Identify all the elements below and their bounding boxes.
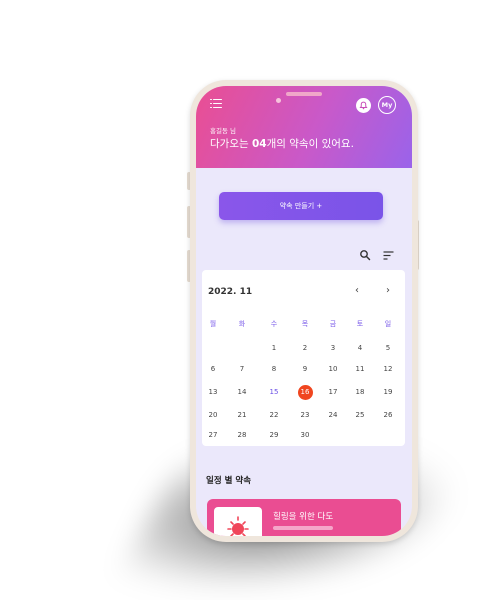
prev-month-button[interactable]: ‹	[355, 285, 359, 296]
calendar-day[interactable]: 1	[264, 341, 284, 355]
calendar-day[interactable]: 26	[378, 408, 398, 422]
upcoming-headline: 다가오는 04개의 약속이 있어요.	[210, 138, 354, 150]
mockup-stage: My 홍길동 님 다가오는 04개의 약속이 있어요. 약속 만들기 + 202…	[0, 0, 480, 600]
calendar-day[interactable]: 17	[323, 385, 343, 399]
calendar-day[interactable]: 12	[378, 362, 398, 376]
sort-icon[interactable]	[383, 251, 394, 260]
calendar-day[interactable]: 14	[232, 385, 252, 399]
calendar-day[interactable]: 16	[295, 385, 315, 399]
weekday-label: 화	[238, 320, 246, 328]
calendar-day[interactable]: 9	[295, 362, 315, 376]
calendar-day[interactable]: 25	[350, 408, 370, 422]
weekday-label: 수	[270, 320, 278, 328]
calendar-day[interactable]: 23	[295, 408, 315, 422]
calendar-day[interactable]: 30	[295, 428, 315, 442]
calendar-day[interactable]: 18	[350, 385, 370, 399]
card-title: 힐링을 위한 다도	[273, 512, 334, 522]
appointment-card[interactable]: 힐링을 위한 다도	[207, 499, 401, 536]
speaker-notch	[286, 92, 322, 96]
calendar-day[interactable]: 8	[264, 362, 284, 376]
calendar-day[interactable]: 29	[264, 428, 284, 442]
weekday-label: 토	[356, 320, 364, 328]
weekday-label: 목	[301, 320, 309, 328]
app-header: My 홍길동 님 다가오는 04개의 약속이 있어요.	[196, 86, 412, 168]
weekday-label: 금	[329, 320, 337, 328]
calendar-day[interactable]: 27	[203, 428, 223, 442]
calendar-day[interactable]: 19	[378, 385, 398, 399]
profile-button[interactable]: My	[378, 96, 396, 114]
calendar: 2022. 11 ‹ › 월 화 수 목 금 토 일 1 2 3 4 5 6 7 8 9 10 11 12 13 14 1…	[202, 270, 405, 446]
calendar-day[interactable]: 3	[323, 341, 343, 355]
calendar-day[interactable]: 22	[264, 408, 284, 422]
card-thumbnail	[214, 507, 262, 536]
calendar-day[interactable]: 13	[203, 385, 223, 399]
calendar-month-title: 2022. 11	[208, 287, 253, 297]
menu-icon[interactable]	[210, 99, 222, 109]
sun-icon	[227, 516, 249, 536]
user-name: 홍길동 님	[210, 127, 236, 135]
phone-frame: My 홍길동 님 다가오는 04개의 약속이 있어요. 약속 만들기 + 202…	[190, 80, 418, 542]
calendar-day[interactable]: 24	[323, 408, 343, 422]
calendar-day[interactable]: 2	[295, 341, 315, 355]
calendar-day[interactable]: 5	[378, 341, 398, 355]
calendar-day[interactable]: 7	[232, 362, 252, 376]
calendar-day[interactable]: 21	[232, 408, 252, 422]
weekday-label: 월	[209, 320, 217, 328]
next-month-button[interactable]: ›	[386, 285, 390, 296]
section-title: 일정 별 약속	[206, 476, 252, 486]
calendar-day[interactable]: 4	[350, 341, 370, 355]
search-icon[interactable]	[359, 249, 371, 261]
camera-dot	[276, 98, 281, 103]
calendar-day[interactable]: 10	[323, 362, 343, 376]
app-screen: My 홍길동 님 다가오는 04개의 약속이 있어요. 약속 만들기 + 202…	[196, 86, 412, 536]
weekday-label: 일	[384, 320, 392, 328]
bell-icon[interactable]	[356, 98, 371, 113]
appointment-count: 04	[251, 138, 267, 150]
card-subtitle	[273, 526, 333, 530]
calendar-day[interactable]: 6	[203, 362, 223, 376]
calendar-day[interactable]: 11	[350, 362, 370, 376]
calendar-day[interactable]: 20	[203, 408, 223, 422]
make-appointment-button[interactable]: 약속 만들기 +	[219, 192, 383, 220]
calendar-day[interactable]: 15	[264, 385, 284, 399]
calendar-day[interactable]: 28	[232, 428, 252, 442]
